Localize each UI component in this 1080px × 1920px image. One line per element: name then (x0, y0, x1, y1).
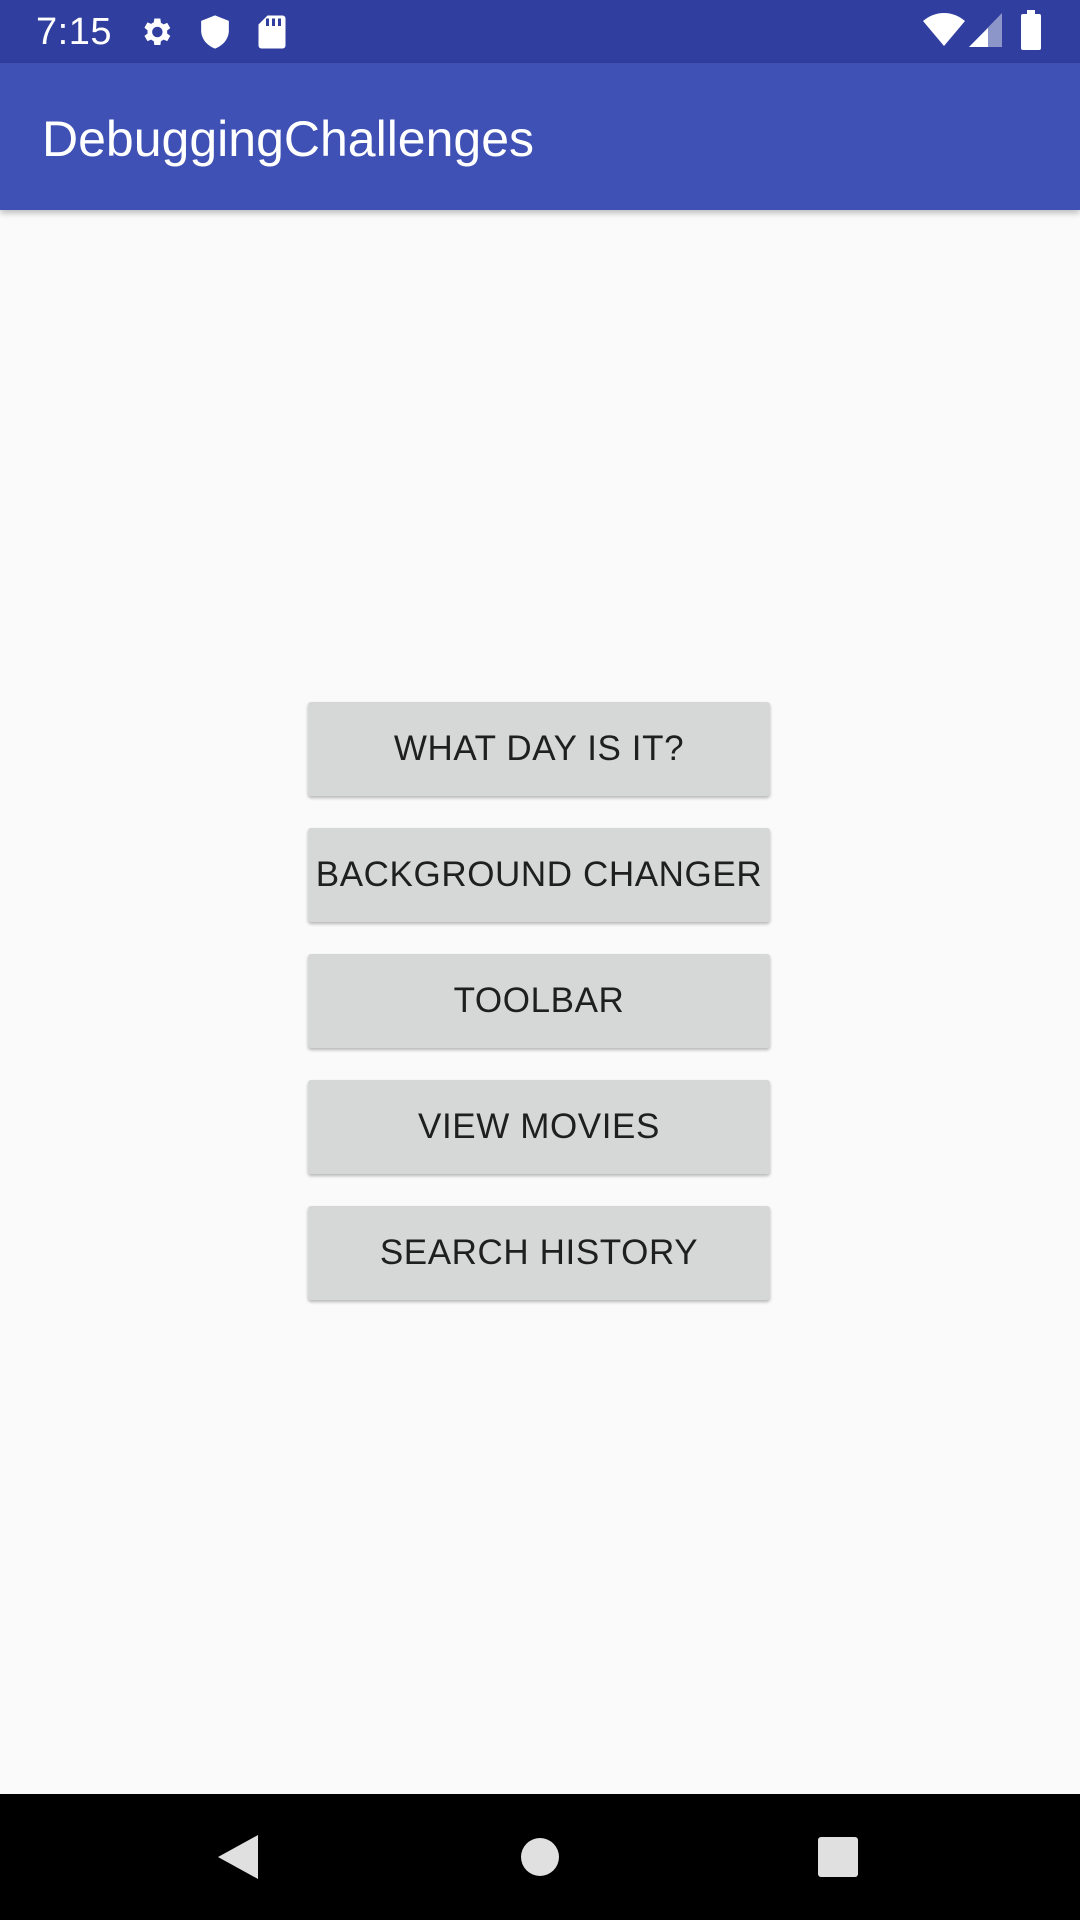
cell-signal-icon (968, 12, 1004, 48)
background-changer-button[interactable]: BACKGROUND CHANGER (308, 828, 770, 922)
gear-icon (138, 14, 174, 50)
recents-icon[interactable] (808, 1827, 868, 1887)
what-day-is-it-button[interactable]: WHAT DAY IS IT? (308, 702, 770, 796)
wifi-icon (922, 12, 966, 48)
home-icon[interactable] (510, 1827, 570, 1887)
status-time: 7:15 (36, 11, 112, 53)
sd-card-icon (256, 14, 288, 50)
back-icon[interactable] (210, 1827, 270, 1887)
toolbar-button[interactable]: TOOLBAR (308, 954, 770, 1048)
shield-icon (198, 14, 232, 50)
view-movies-button[interactable]: VIEW MOVIES (308, 1080, 770, 1174)
status-bar: 7:15 (0, 0, 1080, 63)
button-list: WHAT DAY IS IT? BACKGROUND CHANGER TOOLB… (308, 702, 770, 1332)
main-content: WHAT DAY IS IT? BACKGROUND CHANGER TOOLB… (0, 210, 1080, 1794)
battery-icon (1020, 10, 1042, 50)
navigation-bar (0, 1794, 1080, 1920)
search-history-button[interactable]: SEARCH HISTORY (308, 1206, 770, 1300)
app-title: DebuggingChallenges (42, 111, 535, 167)
app-bar: DebuggingChallenges (0, 63, 1080, 210)
